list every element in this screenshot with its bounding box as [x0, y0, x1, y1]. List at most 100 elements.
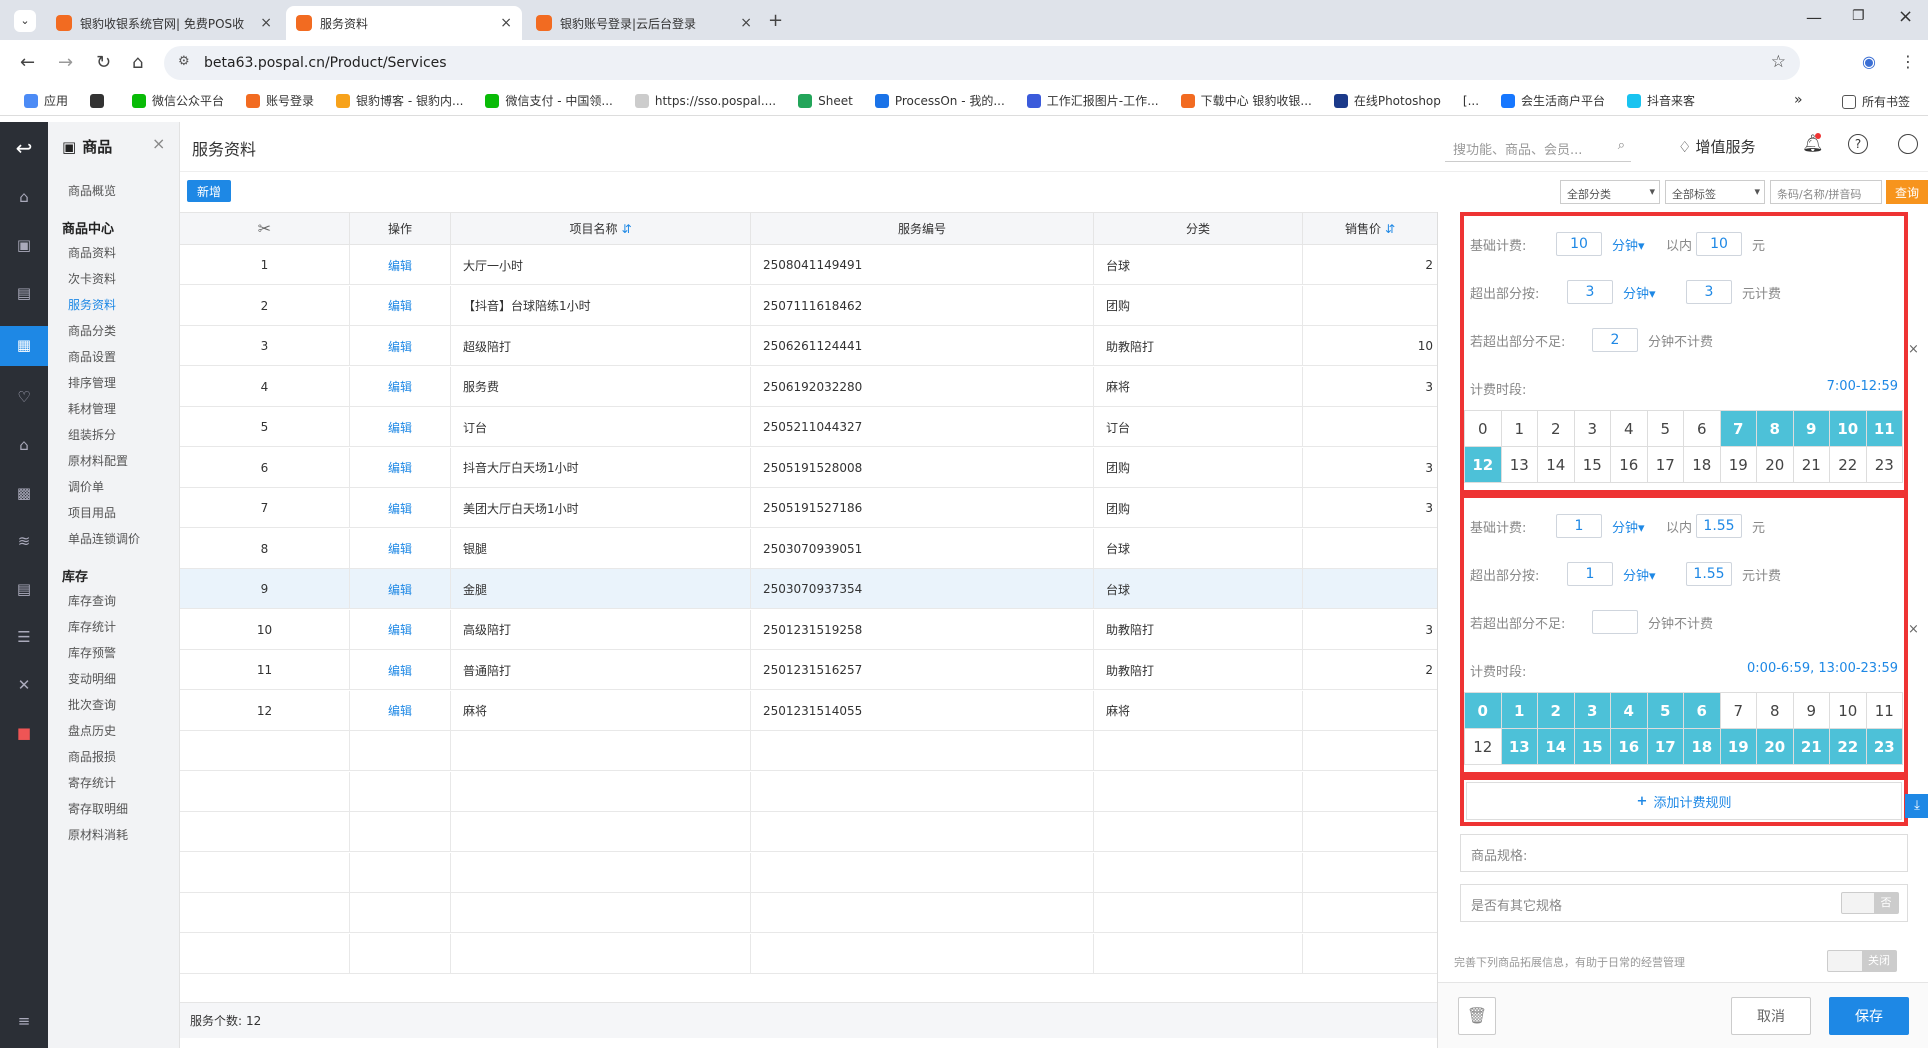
edit-link[interactable]: 编辑 [388, 621, 412, 638]
apps-icon[interactable]: ■ [14, 724, 34, 744]
bookmark-item[interactable]: 在线Photoshop [1333, 92, 1441, 109]
sidebar-item[interactable]: 原材料消耗 [68, 826, 128, 843]
sidebar-item[interactable]: 排序管理 [68, 374, 116, 391]
sidebar-item[interactable]: 变动明细 [68, 670, 116, 687]
bookmark-star-icon[interactable]: ☆ [1771, 52, 1786, 72]
sidebar-item[interactable]: 商品资料 [68, 244, 116, 261]
rail-active-product[interactable]: ▦ [0, 326, 48, 366]
hour-cell-21[interactable]: 21 [1793, 729, 1830, 765]
sidebar-item[interactable]: 商品设置 [68, 348, 116, 365]
sidebar-item[interactable]: 寄存统计 [68, 774, 116, 791]
hour-cell-2[interactable]: 2 [1538, 411, 1575, 447]
hour-cell-0[interactable]: 0 [1465, 411, 1502, 447]
hour-cell-3[interactable]: 3 [1574, 693, 1611, 729]
hour-cell-13[interactable]: 13 [1501, 729, 1538, 765]
table-row[interactable]: 6 编辑 抖音大厅白天场1小时 2505191528008 团购 3 [180, 447, 1437, 488]
bookmark-item[interactable]: 银豹博客 - 银豹内... [336, 92, 463, 109]
edit-link[interactable]: 编辑 [388, 540, 412, 557]
over-price-input[interactable]: 1.55 [1686, 562, 1732, 586]
sidebar-item[interactable]: 项目用品 [68, 504, 116, 521]
tab-services[interactable]: 服务资料 × [286, 6, 522, 40]
home-icon[interactable]: ⌂ [132, 52, 143, 73]
base-price-input[interactable]: 10 [1696, 232, 1742, 256]
hour-cell-21[interactable]: 21 [1793, 447, 1830, 483]
hour-cell-11[interactable]: 11 [1866, 411, 1903, 447]
member-icon[interactable]: ♡ [14, 388, 34, 408]
site-info-icon[interactable]: ⚙ [178, 54, 190, 69]
sidebar-item[interactable]: 商品分类 [68, 322, 116, 339]
browser-menu-icon[interactable]: ⋮ [1900, 52, 1916, 71]
sidebar-item[interactable]: 批次查询 [68, 696, 116, 713]
bookmark-item[interactable]: [... [1463, 94, 1479, 108]
bookmark-item[interactable]: 微信公众平台 [132, 92, 224, 109]
sidebar-item[interactable]: 调价单 [68, 478, 104, 495]
table-row[interactable]: 4 编辑 服务费 2506192032280 麻将 3 [180, 366, 1437, 407]
new-button[interactable]: 新增 [187, 180, 231, 202]
bookmark-item[interactable]: 抖音来客 [1627, 92, 1695, 109]
hour-cell-20[interactable]: 20 [1757, 729, 1794, 765]
close-icon[interactable]: × [260, 15, 272, 31]
sidebar-item[interactable]: 库存预警 [68, 644, 116, 661]
insufficient-minutes-input[interactable] [1592, 610, 1638, 634]
hour-cell-17[interactable]: 17 [1647, 447, 1684, 483]
edit-link[interactable]: 编辑 [388, 500, 412, 517]
table-row[interactable]: 10 编辑 高级陪打 2501231519258 助教陪打 3 [180, 609, 1437, 650]
sidebar-item[interactable]: 单品连锁调价 [68, 530, 140, 547]
remove-rule-1-icon[interactable]: × [1908, 342, 1919, 357]
hour-cell-5[interactable]: 5 [1647, 693, 1684, 729]
cashier-icon[interactable]: ▤ [14, 284, 34, 304]
query-button[interactable]: 查询 [1886, 180, 1928, 204]
extend-toggle[interactable]: 关闭 [1827, 950, 1897, 972]
sidebar-item-active[interactable]: 服务资料 [68, 296, 116, 313]
help-icon[interactable]: ? [1848, 134, 1868, 154]
edit-link[interactable]: 编辑 [388, 702, 412, 719]
hour-cell-14[interactable]: 14 [1538, 729, 1575, 765]
hour-cell-12[interactable]: 12 [1465, 729, 1502, 765]
edit-link[interactable]: 编辑 [388, 662, 412, 679]
hour-cell-12[interactable]: 12 [1465, 447, 1502, 483]
remove-rule-2-icon[interactable]: × [1908, 622, 1919, 637]
hour-cell-20[interactable]: 20 [1757, 447, 1794, 483]
user-icon[interactable] [1898, 134, 1918, 154]
window-close-icon[interactable]: × [1898, 6, 1913, 27]
settings-icon[interactable]: ☰ [14, 628, 34, 648]
hour-cell-22[interactable]: 22 [1830, 447, 1867, 483]
url-field[interactable]: ⚙ beta63.pospal.cn/Product/Services ☆ [164, 46, 1800, 80]
cancel-button[interactable]: 取消 [1731, 997, 1811, 1035]
hour-cell-0[interactable]: 0 [1465, 693, 1502, 729]
hour-cell-7[interactable]: 7 [1720, 411, 1757, 447]
edit-link[interactable]: 编辑 [388, 378, 412, 395]
hour-cell-17[interactable]: 17 [1647, 729, 1684, 765]
order-icon[interactable]: ▣ [14, 236, 34, 256]
hour-cell-7[interactable]: 7 [1720, 693, 1757, 729]
base-minutes-input[interactable]: 10 [1556, 232, 1602, 256]
other-spec-toggle[interactable]: 否 [1841, 892, 1899, 914]
sidebar-item[interactable]: 库存查询 [68, 592, 116, 609]
global-search-input[interactable]: 搜功能、商品、会员... ⌕ [1445, 132, 1631, 162]
category-select[interactable]: 全部分类 ▾ [1560, 180, 1660, 204]
download-icon[interactable]: ⤓ [1905, 794, 1928, 818]
edit-link[interactable]: 编辑 [388, 297, 412, 314]
hour-cell-10[interactable]: 10 [1830, 411, 1867, 447]
more-bookmarks-icon[interactable]: » [1794, 92, 1803, 108]
hour-cell-13[interactable]: 13 [1501, 447, 1538, 483]
sidebar-item[interactable]: 次卡资料 [68, 270, 116, 287]
hour-cell-6[interactable]: 6 [1684, 411, 1721, 447]
hour-cell-5[interactable]: 5 [1647, 411, 1684, 447]
unit-select[interactable]: 分钟▾ [1623, 283, 1656, 302]
all-bookmarks[interactable]: 所有书签 [1842, 93, 1910, 110]
hour-cell-2[interactable]: 2 [1538, 693, 1575, 729]
over-price-input[interactable]: 3 [1686, 280, 1732, 304]
sidebar-item[interactable]: 组装拆分 [68, 426, 116, 443]
unit-select[interactable]: 分钟▾ [1612, 517, 1645, 536]
column-header-tools[interactable]: ✂ [180, 213, 350, 245]
table-row[interactable]: 7 编辑 美团大厅白天场1小时 2505191527186 团购 3 [180, 488, 1437, 528]
hour-cell-14[interactable]: 14 [1538, 447, 1575, 483]
sidebar-item[interactable]: 库存统计 [68, 618, 116, 635]
hour-cell-10[interactable]: 10 [1830, 693, 1867, 729]
table-row[interactable]: 2 编辑 【抖音】台球陪练1小时 2507111618462 团购 [180, 285, 1437, 326]
hour-cell-4[interactable]: 4 [1611, 411, 1648, 447]
hour-cell-16[interactable]: 16 [1611, 729, 1648, 765]
save-button[interactable]: 保存 [1829, 997, 1909, 1035]
hour-cell-9[interactable]: 9 [1793, 411, 1830, 447]
